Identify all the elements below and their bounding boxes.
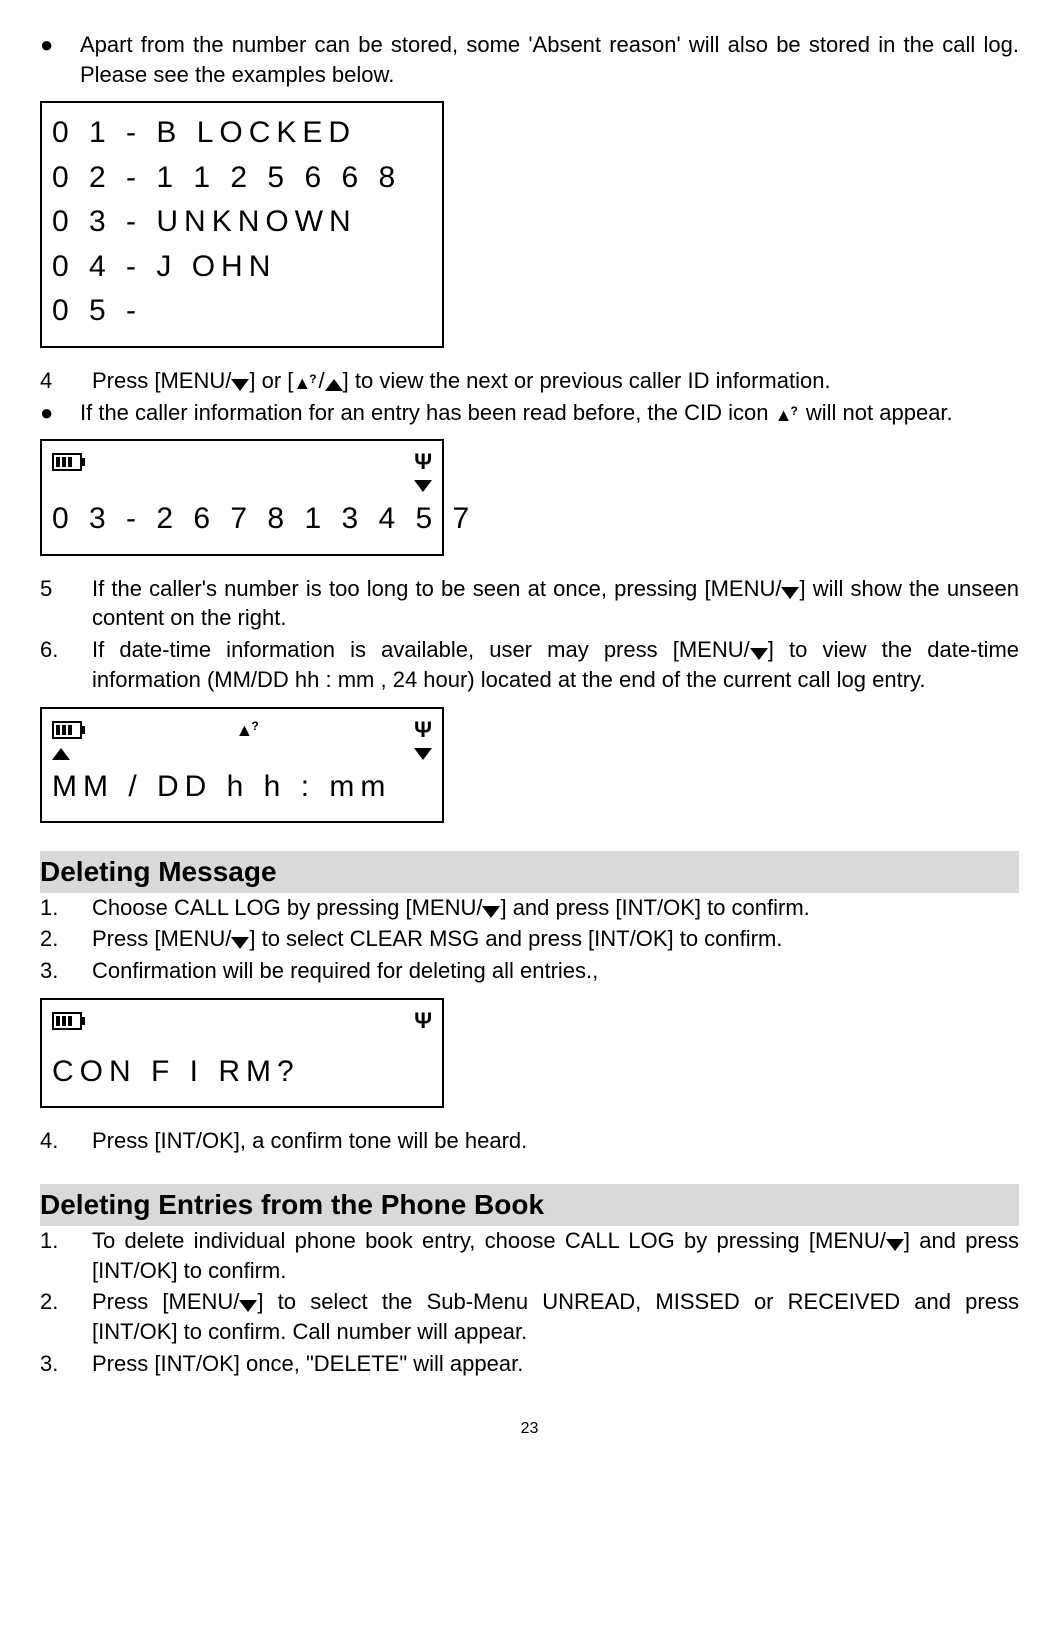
step-6-text: If date-time information is available, u… <box>92 635 1019 694</box>
scroll-down-icon <box>414 748 432 760</box>
dm-step-3-text: Confirmation will be required for deleti… <box>92 956 1019 986</box>
step-6-number: 6. <box>40 635 92 694</box>
de-step-1-text: To delete individual phone book entry, c… <box>92 1226 1019 1285</box>
battery-icon <box>52 721 82 739</box>
antenna-icon: Ψ <box>414 719 432 741</box>
dm-step-4-text: Press [INT/OK], a confirm tone will be h… <box>92 1126 1019 1156</box>
lcd1-line3: 0 3 - UNKNOWN <box>52 202 432 243</box>
step-4-text: Press [MENU/] or [▲/] to view the next o… <box>92 366 1019 396</box>
de-step-1: 1. To delete individual phone book entry… <box>40 1226 1019 1285</box>
lcd1-line5: 0 5 - <box>52 291 432 332</box>
step-4-row: 4 Press [MENU/] or [▲/] to view the next… <box>40 366 1019 396</box>
menu-down-icon <box>886 1239 904 1251</box>
step4-text-b: ] or [ <box>249 368 293 393</box>
de-step-2-number: 2. <box>40 1287 92 1346</box>
dm-step-3-number: 3. <box>40 956 92 986</box>
intro-bullet-row: ● Apart from the number can be stored, s… <box>40 30 1019 89</box>
dm-step-1-number: 1. <box>40 893 92 923</box>
bullet-dot-icon: ● <box>40 398 80 428</box>
step4-text-d: ] to view the next or previous caller ID… <box>343 368 831 393</box>
dm-step-4-number: 4. <box>40 1126 92 1156</box>
step-6-row: 6. If date-time information is available… <box>40 635 1019 694</box>
dm-step-2-number: 2. <box>40 924 92 954</box>
bullet-2-text: If the caller information for an entry h… <box>80 398 1019 428</box>
de-step-1-number: 1. <box>40 1226 92 1285</box>
menu-down-icon <box>781 587 799 599</box>
lcd4-line: CON F I RM? <box>52 1052 432 1093</box>
menu-down-icon <box>750 648 768 660</box>
step-5-row: 5 If the caller's number is too long to … <box>40 574 1019 633</box>
dm-step-1-text: Choose CALL LOG by pressing [MENU/ ] and … <box>92 893 1019 923</box>
lcd-box-datetime: ▲ Ψ MM / DD h h : mm <box>40 707 444 824</box>
antenna-icon: Ψ <box>414 1010 432 1032</box>
bullet2-text-a: If the caller information for an entry h… <box>80 400 775 425</box>
page-number: 23 <box>40 1418 1019 1440</box>
lcd4-topbar: Ψ <box>52 1008 432 1034</box>
menu-down-icon <box>239 1300 257 1312</box>
up-arrow-icon <box>325 379 343 391</box>
lcd3-topbar: ▲ Ψ <box>52 717 432 743</box>
lcd1-line1: 0 1 - B LOCKED <box>52 113 432 154</box>
menu-down-icon <box>231 937 249 949</box>
dm-step-4: 4. Press [INT/OK], a confirm tone will b… <box>40 1126 1019 1156</box>
caller-id-icon: ▲ <box>236 718 261 742</box>
caller-id-icon: ▲ <box>293 371 318 395</box>
de-s1-a: To delete individual phone book entry, c… <box>92 1228 886 1253</box>
lcd2-topbar: Ψ <box>52 449 432 475</box>
bullet2-text-b: will not appear. <box>800 400 953 425</box>
dm-step-2: 2. Press [MENU/ ] to select CLEAR MSG and… <box>40 924 1019 954</box>
heading-deleting-message: Deleting Message <box>40 851 1019 893</box>
de-step-3: 3. Press [INT/OK] once, "DELETE" will ap… <box>40 1349 1019 1379</box>
heading-deleting-entries: Deleting Entries from the Phone Book <box>40 1184 1019 1226</box>
de-step-2: 2. Press [MENU/] to select the Sub-Menu … <box>40 1287 1019 1346</box>
lcd-box-call-log-list: 0 1 - B LOCKED 0 2 - 1 1 2 5 6 6 8 0 3 -… <box>40 101 444 348</box>
lcd-box-long-number: Ψ 0 3 - 2 6 7 8 1 3 4 5 7 <box>40 439 444 556</box>
de-s2-a: Press [MENU/ <box>92 1289 239 1314</box>
step-4-number: 4 <box>40 366 92 396</box>
scroll-down-icon <box>414 480 432 492</box>
de-step-2-text: Press [MENU/] to select the Sub-Menu UNR… <box>92 1287 1019 1346</box>
battery-icon <box>52 1012 82 1030</box>
caller-id-icon: ▲ <box>775 403 800 427</box>
dm-s1-a: Choose CALL LOG by pressing [MENU/ <box>92 895 482 920</box>
lcd2-arrowbar <box>52 477 432 495</box>
lcd1-line2: 0 2 - 1 1 2 5 6 6 8 <box>52 158 432 199</box>
antenna-icon: Ψ <box>414 451 432 473</box>
lcd3-line: MM / DD h h : mm <box>52 767 432 808</box>
step6-text-a: If date-time information is available, u… <box>92 637 750 662</box>
lcd3-arrowbar <box>52 745 432 763</box>
step5-text-a: If the caller's number is too long to be… <box>92 576 781 601</box>
dm-s1-b: ] and press [INT/OK] to confirm. <box>500 895 809 920</box>
de-step-3-number: 3. <box>40 1349 92 1379</box>
menu-down-icon <box>482 906 500 918</box>
dm-s2-b: ] to select CLEAR MSG and press [INT/OK]… <box>249 926 782 951</box>
dm-step-1: 1. Choose CALL LOG by pressing [MENU/ ] a… <box>40 893 1019 923</box>
scroll-up-icon <box>52 748 70 760</box>
dm-s2-a: Press [MENU/ <box>92 926 231 951</box>
bullet-dot-icon: ● <box>40 30 80 89</box>
lcd1-line4: 0 4 - J OHN <box>52 247 432 288</box>
lcd2-line: 0 3 - 2 6 7 8 1 3 4 5 7 <box>52 499 432 540</box>
step-5-number: 5 <box>40 574 92 633</box>
dm-step-3: 3. Confirmation will be required for del… <box>40 956 1019 986</box>
bullet-2-row: ● If the caller information for an entry… <box>40 398 1019 428</box>
intro-bullet-text: Apart from the number can be stored, som… <box>80 30 1019 89</box>
dm-step-2-text: Press [MENU/ ] to select CLEAR MSG and pr… <box>92 924 1019 954</box>
battery-icon <box>52 453 82 471</box>
step4-text-a: Press [MENU/ <box>92 368 231 393</box>
lcd-box-confirm: Ψ CON F I RM? <box>40 998 444 1109</box>
de-step-3-text: Press [INT/OK] once, "DELETE" will appea… <box>92 1349 1019 1379</box>
step-5-text: If the caller's number is too long to be… <box>92 574 1019 633</box>
menu-down-icon <box>231 379 249 391</box>
